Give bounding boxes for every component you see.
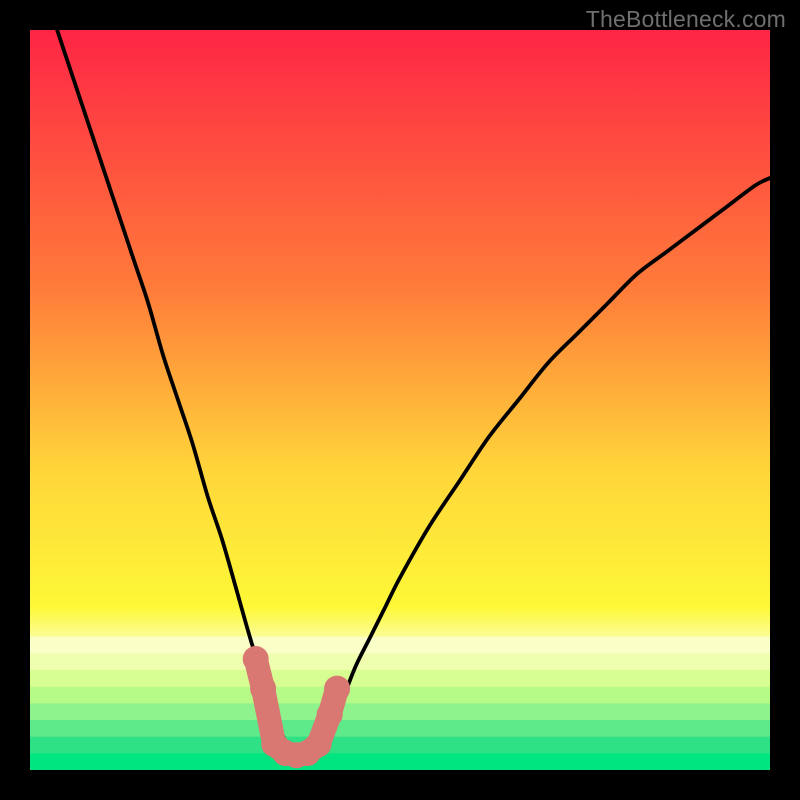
color-band	[30, 737, 770, 754]
curve-marker	[250, 676, 276, 702]
color-band	[30, 720, 770, 737]
curve-marker	[243, 646, 269, 672]
watermark-text: TheBottleneck.com	[586, 6, 786, 33]
color-band	[30, 670, 770, 687]
color-band	[30, 653, 770, 670]
color-band	[30, 687, 770, 704]
color-band	[30, 703, 770, 720]
curve-marker	[324, 676, 350, 702]
curve-marker	[317, 702, 343, 728]
curve-marker	[306, 731, 332, 757]
chart-frame: TheBottleneck.com	[0, 0, 800, 800]
bottom-bands	[30, 637, 770, 770]
color-band	[30, 637, 770, 654]
chart-svg	[30, 30, 770, 770]
plot-area	[30, 30, 770, 770]
color-band	[30, 753, 770, 770]
